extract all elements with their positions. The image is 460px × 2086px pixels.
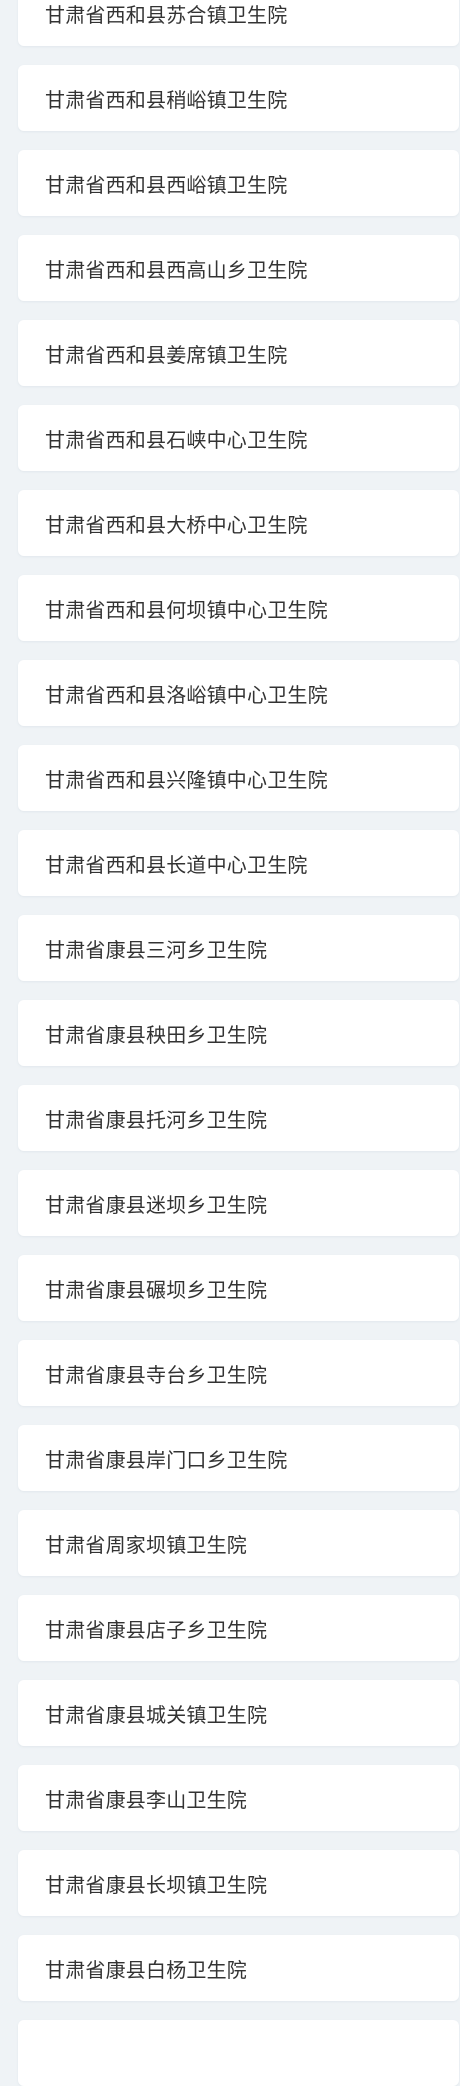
list-item-label: 甘肃省康县三河乡卫生院: [45, 937, 268, 962]
list-item-label: 甘肃省康县迷坝乡卫生院: [45, 1192, 268, 1217]
list-item[interactable]: 甘肃省西和县稍峪镇卫生院: [18, 65, 459, 131]
list-item[interactable]: 甘肃省康县李山卫生院: [18, 1765, 459, 1831]
list-item[interactable]: 甘肃省康县迷坝乡卫生院: [18, 1170, 459, 1236]
list-item-label: 甘肃省康县白杨卫生院: [45, 1957, 247, 1982]
list-item[interactable]: 甘肃省西和县兴隆镇中心卫生院: [18, 745, 459, 811]
list-item[interactable]: 甘肃省西和县苏合镇卫生院: [18, 0, 459, 46]
list-item-label: 甘肃省康县秧田乡卫生院: [45, 1022, 268, 1047]
list-item[interactable]: 甘肃省西和县西高山乡卫生院: [18, 235, 459, 301]
list-item[interactable]: 甘肃省康县三河乡卫生院: [18, 915, 459, 981]
list-item-label: 甘肃省康县托河乡卫生院: [45, 1107, 268, 1132]
list-item-label: 甘肃省西和县苏合镇卫生院: [45, 2, 288, 27]
list-item-label: 甘肃省西和县洛峪镇中心卫生院: [45, 682, 328, 707]
list-item[interactable]: 甘肃省康县白杨卫生院: [18, 1935, 459, 2001]
list-item-label: 甘肃省康县李山卫生院: [45, 1787, 247, 1812]
list-item-label: 甘肃省康县城关镇卫生院: [45, 1702, 268, 1727]
list-item-label: 甘肃省康县店子乡卫生院: [45, 1617, 268, 1642]
list-item-label: 甘肃省康县寺台乡卫生院: [45, 1362, 268, 1387]
list-item-label: 甘肃省西和县何坝镇中心卫生院: [45, 597, 328, 622]
list-item[interactable]: 甘肃省康县店子乡卫生院: [18, 1595, 459, 1661]
list-item-label: 甘肃省西和县大桥中心卫生院: [45, 512, 308, 537]
list-item-label: 甘肃省西和县稍峪镇卫生院: [45, 87, 288, 112]
list-item[interactable]: 甘肃省康县长坝镇卫生院: [18, 1850, 459, 1916]
list-item[interactable]: 甘肃省康县碾坝乡卫生院: [18, 1255, 459, 1321]
list-item[interactable]: 甘肃省康县寺台乡卫生院: [18, 1340, 459, 1406]
list-item[interactable]: [18, 2020, 459, 2086]
list-item[interactable]: 甘肃省康县城关镇卫生院: [18, 1680, 459, 1746]
list-item[interactable]: 甘肃省西和县长道中心卫生院: [18, 830, 459, 896]
list-item-label: 甘肃省康县长坝镇卫生院: [45, 1872, 268, 1897]
list-item-label: 甘肃省周家坝镇卫生院: [45, 1532, 247, 1557]
list-item[interactable]: 甘肃省康县岸门口乡卫生院: [18, 1425, 459, 1491]
list-item[interactable]: 甘肃省西和县西峪镇卫生院: [18, 150, 459, 216]
list-item[interactable]: 甘肃省西和县大桥中心卫生院: [18, 490, 459, 556]
list-item-label: 甘肃省西和县石峡中心卫生院: [45, 427, 308, 452]
list-item[interactable]: 甘肃省康县托河乡卫生院: [18, 1085, 459, 1151]
list-item-label: 甘肃省西和县长道中心卫生院: [45, 852, 308, 877]
list-item[interactable]: 甘肃省西和县石峡中心卫生院: [18, 405, 459, 471]
list-item-label: 甘肃省西和县西高山乡卫生院: [45, 257, 308, 282]
list-item[interactable]: 甘肃省周家坝镇卫生院: [18, 1510, 459, 1576]
list-item-label: 甘肃省西和县姜席镇卫生院: [45, 342, 288, 367]
list-item-label: 甘肃省西和县兴隆镇中心卫生院: [45, 767, 328, 792]
list-item-label: 甘肃省康县岸门口乡卫生院: [45, 1447, 288, 1472]
list-item[interactable]: 甘肃省西和县洛峪镇中心卫生院: [18, 660, 459, 726]
hospital-list: 甘肃省西和县苏合镇卫生院 甘肃省西和县稍峪镇卫生院 甘肃省西和县西峪镇卫生院 甘肃省西…: [0, 0, 460, 2086]
list-item[interactable]: 甘肃省康县秧田乡卫生院: [18, 1000, 459, 1066]
list-item-label: 甘肃省康县碾坝乡卫生院: [45, 1277, 268, 1302]
list-item-label: 甘肃省西和县西峪镇卫生院: [45, 172, 288, 197]
list-item[interactable]: 甘肃省西和县何坝镇中心卫生院: [18, 575, 459, 641]
list-item[interactable]: 甘肃省西和县姜席镇卫生院: [18, 320, 459, 386]
